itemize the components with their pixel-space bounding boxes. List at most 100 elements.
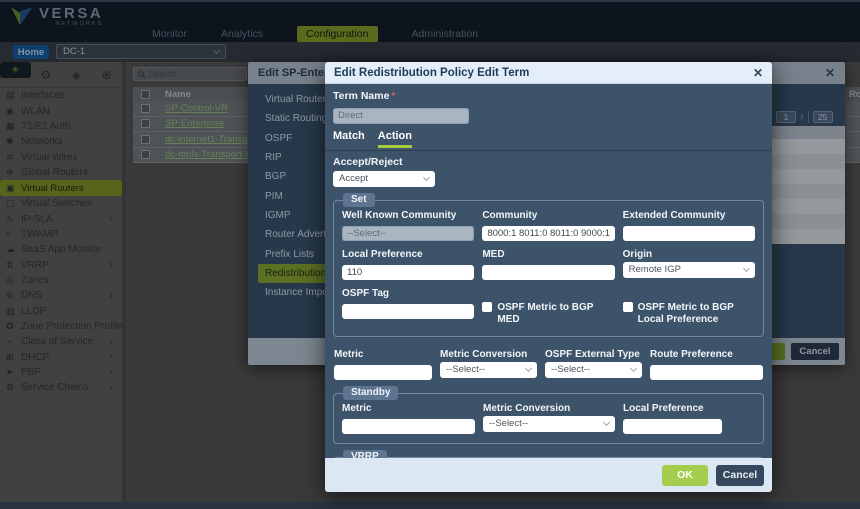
accept-reject-select[interactable]: Accept bbox=[333, 171, 435, 187]
context-bar: Home DC-1 bbox=[0, 42, 860, 62]
sidebar-item-ip-sla[interactable]: ∿IP-SLA› bbox=[0, 211, 122, 226]
extended-community-input[interactable] bbox=[623, 226, 755, 241]
nav-configuration[interactable]: Configuration bbox=[297, 26, 377, 42]
page-size[interactable]: 25 bbox=[813, 111, 833, 123]
sidebar-item-class-of-service[interactable]: ◔Class of Service› bbox=[0, 334, 122, 349]
chevron-right-icon: › bbox=[109, 383, 113, 393]
standby-metric-conversion-select[interactable]: --Select-- bbox=[483, 416, 615, 432]
tab-action[interactable]: Action bbox=[378, 130, 412, 148]
vrrp-legend: VRRP bbox=[343, 450, 387, 459]
sidebar-item-label: Zone Protection Profiles bbox=[21, 321, 122, 332]
sidebar-item-interfaces[interactable]: ▤Interfaces bbox=[0, 88, 122, 103]
select-all-checkbox[interactable] bbox=[141, 90, 150, 99]
sidebar-tab-networking[interactable]: ✳ bbox=[0, 62, 31, 78]
sidebar-item-global-routers[interactable]: ⊕Global Routers bbox=[0, 165, 122, 180]
standby-metric-conversion-value: --Select-- bbox=[489, 418, 528, 429]
sidebar-item-label: DNS bbox=[21, 290, 42, 301]
med-label: MED bbox=[482, 249, 614, 260]
ospf-metric-bgp-lp-option: OSPF Metric to BGP Local Preference bbox=[623, 302, 755, 327]
sidebar-tab-objects[interactable]: ◈ bbox=[61, 62, 92, 87]
service-chains-icon: ⚙ bbox=[6, 382, 21, 393]
sidebar-item-label: Virtual Wires bbox=[21, 152, 78, 163]
dhcp-icon: ⊞ bbox=[6, 352, 21, 363]
metric-input[interactable] bbox=[334, 365, 432, 380]
sidebar-item-dns[interactable]: ⊚DNS › bbox=[0, 288, 122, 303]
row-checkbox[interactable] bbox=[141, 104, 150, 113]
chevron-right-icon: › bbox=[109, 291, 113, 301]
t1e1-icon: ▦ bbox=[6, 121, 21, 132]
nav-analytics[interactable]: Analytics bbox=[221, 28, 263, 40]
sidebar-item-saas-app-monitor[interactable]: ☁SaaS App Monitor bbox=[0, 242, 122, 257]
page-number[interactable]: 1 bbox=[776, 111, 796, 123]
ospf-metric-bgp-med-checkbox[interactable] bbox=[482, 302, 492, 312]
standby-local-preference-input[interactable] bbox=[623, 419, 722, 434]
local-preference-input[interactable] bbox=[342, 265, 474, 280]
appliance-select[interactable]: DC-1 bbox=[56, 44, 226, 59]
ospf-tag-label: OSPF Tag bbox=[342, 288, 474, 299]
versa-logo-icon bbox=[10, 6, 34, 27]
dns-icon: ⊚ bbox=[6, 290, 21, 301]
next-page-icon[interactable]: › bbox=[800, 112, 804, 122]
router-link[interactable]: dc-internet1-Transpor bbox=[165, 134, 256, 145]
sidebar-item-label: SaaS App Monitor bbox=[21, 244, 102, 255]
networking-icon: ✳ bbox=[11, 65, 19, 76]
ok-button[interactable]: OK bbox=[662, 465, 708, 486]
ospf-external-type-select[interactable]: --Select-- bbox=[545, 362, 642, 378]
dialog-pagination: 1 › 25 bbox=[776, 111, 833, 123]
ospf-external-type-label: OSPF External Type bbox=[545, 349, 642, 360]
cancel-button[interactable]: Cancel bbox=[716, 465, 764, 486]
sidebar-item-virtual-switches[interactable]: ▢Virtual Switches bbox=[0, 196, 122, 211]
home-button[interactable]: Home bbox=[13, 45, 49, 59]
chevron-down-icon bbox=[743, 265, 750, 272]
nav-administration[interactable]: Administration bbox=[412, 28, 479, 40]
origin-select[interactable]: Remote IGP bbox=[623, 262, 755, 278]
row-checkbox[interactable] bbox=[141, 150, 150, 159]
router-link[interactable]: SP-Enterprise bbox=[165, 118, 224, 129]
router-link[interactable]: SP-Control-VR bbox=[165, 103, 228, 114]
virtual-routers-icon: ▣ bbox=[6, 183, 21, 194]
close-icon[interactable]: ✕ bbox=[825, 66, 835, 80]
sidebar-item-virtual-routers[interactable]: ▣Virtual Routers bbox=[0, 180, 122, 196]
cancel-button[interactable]: Cancel bbox=[791, 343, 839, 360]
search-box[interactable] bbox=[133, 67, 247, 81]
metric-row: Metric Metric Conversion --Select-- OSPF… bbox=[333, 346, 764, 380]
search-input[interactable] bbox=[148, 69, 228, 79]
row-checkbox[interactable] bbox=[141, 135, 150, 144]
modal-footer: OK Cancel bbox=[325, 458, 772, 492]
community-input[interactable] bbox=[482, 226, 614, 241]
sidebar-item-networks[interactable]: ✱Networks bbox=[0, 134, 122, 149]
med-input[interactable] bbox=[482, 265, 614, 280]
sidebar-item-twamp[interactable]: ≈TWAMP bbox=[0, 227, 122, 242]
sidebar-item-wlan[interactable]: ◉WLAN bbox=[0, 103, 122, 118]
sidebar-item-virtual-wires[interactable]: ≋Virtual Wires bbox=[0, 149, 122, 164]
sidebar-item-service-chains[interactable]: ⚙Service Chains› bbox=[0, 380, 122, 395]
sidebar-item-zone-protection-profiles[interactable]: ✪Zone Protection Profiles bbox=[0, 319, 122, 334]
row-checkbox[interactable] bbox=[141, 119, 150, 128]
sidebar-item-dhcp[interactable]: ⊞DHCP› bbox=[0, 350, 122, 365]
tab-match[interactable]: Match bbox=[333, 130, 365, 148]
ospf-external-type-value: --Select-- bbox=[551, 364, 590, 375]
zone-protection-icon: ✪ bbox=[6, 321, 21, 332]
sidebar-item-t1e1-auth[interactable]: ▦T1/E1 Auth bbox=[0, 119, 122, 134]
chevron-right-icon: › bbox=[109, 352, 113, 362]
router-link[interactable]: dc-mpls-Transport-VR bbox=[165, 149, 258, 160]
sidebar-item-vrrp[interactable]: ⇅VRRP› bbox=[0, 257, 122, 272]
versa-logo: VERSA NETWORKS bbox=[10, 6, 103, 28]
close-icon[interactable]: ✕ bbox=[753, 66, 763, 80]
modal-body: Term Name* Match Action Accept/Reject Ac… bbox=[325, 84, 772, 458]
sidebar-item-lldp[interactable]: ▥LLDP bbox=[0, 303, 122, 318]
standby-local-preference-label: Local Preference bbox=[623, 403, 722, 414]
metric-conversion-select[interactable]: --Select-- bbox=[440, 362, 537, 378]
nav-monitor[interactable]: Monitor bbox=[152, 28, 187, 40]
metric-conversion-value: --Select-- bbox=[446, 364, 485, 375]
route-preference-input[interactable] bbox=[650, 365, 763, 380]
standby-metric-input[interactable] bbox=[342, 419, 475, 434]
sidebar-item-pbf[interactable]: ➤PBF› bbox=[0, 365, 122, 380]
edit-term-modal: Edit Redistribution Policy Edit Term ✕ T… bbox=[325, 62, 772, 492]
ospf-tag-input[interactable] bbox=[342, 304, 474, 319]
sidebar-item-zones[interactable]: ◎Zones bbox=[0, 273, 122, 288]
sidebar-tab-settings[interactable]: ⚙ bbox=[31, 62, 62, 87]
chevron-down-icon bbox=[525, 365, 532, 372]
sidebar-tab-services[interactable]: ⊛ bbox=[92, 62, 123, 87]
ospf-metric-bgp-lp-checkbox[interactable] bbox=[623, 302, 633, 312]
